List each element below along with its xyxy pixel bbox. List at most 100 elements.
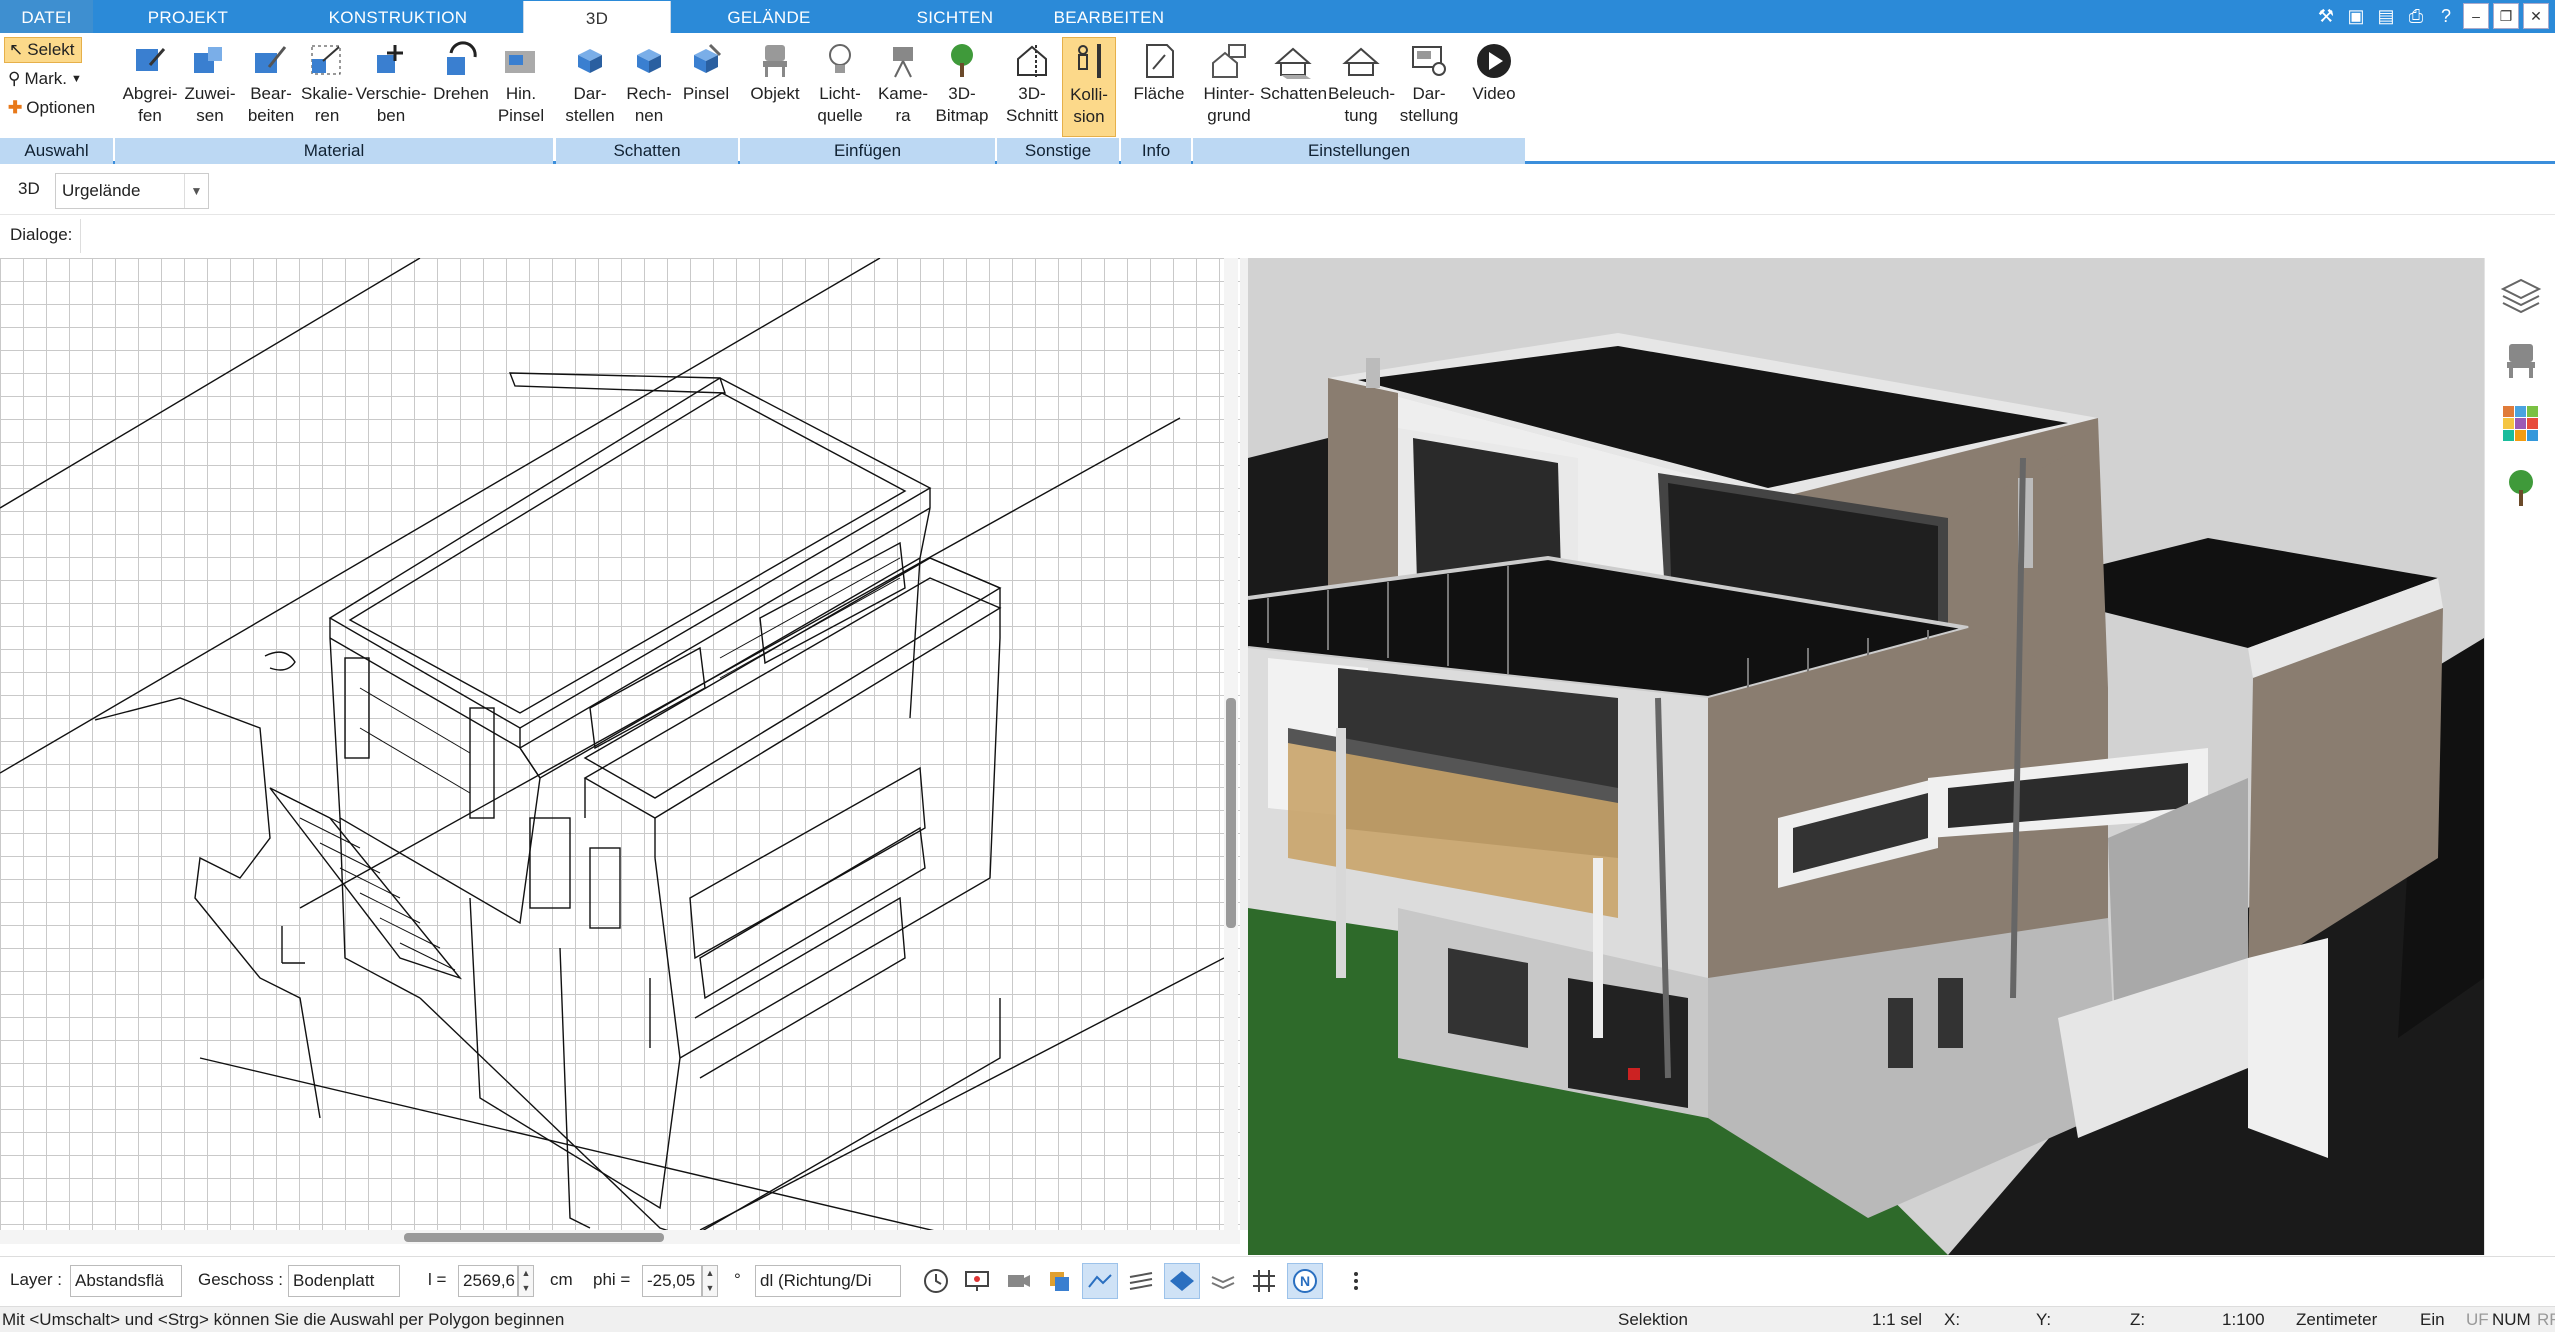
tab-bearbeiten[interactable]: BEARBEITEN bbox=[1050, 0, 1168, 33]
horizontal-scrollbar[interactable] bbox=[0, 1230, 1240, 1244]
eyedropper-icon bbox=[116, 41, 184, 81]
collision-button[interactable]: Kolli- sion bbox=[1062, 37, 1116, 137]
paint-icon[interactable] bbox=[1041, 1263, 1077, 1299]
plane-icon[interactable] bbox=[1164, 1263, 1200, 1299]
view-splitter[interactable] bbox=[1240, 258, 1248, 1230]
help-icon[interactable]: ? bbox=[2433, 3, 2459, 29]
close-button[interactable]: ✕ bbox=[2523, 3, 2549, 29]
length-input[interactable]: 2569,6 bbox=[458, 1265, 518, 1297]
view-toolbar: 3D Urgelände ▼ bbox=[0, 167, 2555, 215]
area-button[interactable]: Fläche bbox=[1126, 37, 1192, 137]
lightbulb-button[interactable]: Licht- quelle bbox=[806, 37, 874, 137]
selekt-button[interactable]: ↖ Selekt bbox=[4, 37, 82, 63]
section-button[interactable]: 3D- Schnitt bbox=[1002, 37, 1062, 137]
tab-sichten[interactable]: SICHTEN bbox=[905, 0, 1005, 33]
background-brush-button[interactable]: Hin. Pinsel bbox=[490, 37, 552, 137]
scale-button[interactable]: Skalie- ren bbox=[296, 37, 358, 137]
select-arrow-icon: ↖ bbox=[9, 40, 24, 59]
shadow-display-button[interactable]: Dar- stellen bbox=[560, 37, 620, 137]
edit-material-icon bbox=[238, 41, 304, 81]
shadow-brush-button[interactable]: Pinsel bbox=[680, 37, 732, 137]
video-play-icon bbox=[1464, 41, 1524, 81]
background-button[interactable]: Hinter- grund bbox=[1198, 37, 1260, 137]
tab-datei[interactable]: DATEI bbox=[0, 0, 93, 33]
camera-path-icon[interactable] bbox=[1000, 1263, 1036, 1299]
layers-icon[interactable] bbox=[2499, 274, 2543, 318]
vertical-scrollbar[interactable] bbox=[1224, 258, 1238, 1230]
optionen-button[interactable]: ✚ Optionen bbox=[4, 95, 114, 121]
screen-icon[interactable] bbox=[959, 1263, 995, 1299]
ribbon-button-label: Beleuch- tung bbox=[1328, 84, 1396, 125]
layout-icon[interactable]: ▤ bbox=[2373, 3, 2399, 29]
hatch-icon[interactable] bbox=[1123, 1263, 1159, 1299]
rotate-button[interactable]: Drehen bbox=[430, 37, 492, 137]
mark-button[interactable]: ⚲ Mark. ▼ bbox=[4, 66, 104, 92]
shadow-calc-button[interactable]: Rech- nen bbox=[618, 37, 680, 137]
input-mode-select[interactable]: dl (Richtung/Di bbox=[755, 1265, 901, 1297]
tab-konstruktion[interactable]: KONSTRUKTION bbox=[318, 0, 478, 33]
eyedropper-button[interactable]: Abgrei- fen bbox=[116, 37, 184, 137]
ribbon-button-label: Dar- stellen bbox=[565, 84, 615, 125]
lighting-button[interactable]: Beleuch- tung bbox=[1328, 37, 1396, 137]
shadow-display-icon bbox=[560, 41, 620, 81]
length-value: 2569,6 bbox=[463, 1271, 515, 1290]
catalog-sidebar bbox=[2484, 258, 2555, 1255]
input-mode-value: dl (Richtung/Di bbox=[760, 1271, 872, 1290]
tab-3d[interactable]: 3D bbox=[523, 1, 671, 34]
tab-projekt[interactable]: PROJEKT bbox=[123, 0, 253, 33]
terrain-surface-icon[interactable] bbox=[1082, 1263, 1118, 1299]
camera-button[interactable]: Kame- ra bbox=[872, 37, 934, 137]
materials-grid-icon[interactable] bbox=[2499, 402, 2543, 446]
optionen-label: Optionen bbox=[26, 98, 96, 117]
rotate-icon bbox=[430, 41, 492, 81]
phi-input[interactable]: -25,05 bbox=[642, 1265, 702, 1297]
tab-gelaende[interactable]: GELÄNDE bbox=[713, 0, 825, 33]
shadow-house-button[interactable]: Schatten bbox=[1260, 37, 1327, 137]
ribbon-button-label: Abgrei- fen bbox=[122, 84, 178, 125]
furniture-chair-icon[interactable] bbox=[2499, 338, 2543, 382]
ribbon-button-label: Dar- stellung bbox=[1399, 84, 1459, 125]
ribbon-button-label: Kame- ra bbox=[877, 84, 929, 125]
layer-select[interactable]: Abstandsflä bbox=[70, 1265, 182, 1297]
wireframe-view[interactable] bbox=[0, 258, 1240, 1230]
plants-tree-icon[interactable] bbox=[2499, 466, 2543, 510]
3d-render-view[interactable] bbox=[1248, 258, 2484, 1255]
tree-button[interactable]: 3D- Bitmap bbox=[932, 37, 992, 137]
video-play-button[interactable]: Video bbox=[1464, 37, 1524, 137]
area-icon bbox=[1126, 41, 1192, 81]
scale-icon bbox=[296, 41, 358, 81]
plus-icon: ✚ bbox=[8, 98, 23, 117]
tools-icon[interactable]: ⚒ bbox=[2313, 3, 2339, 29]
ribbon-button-label: Zuwei- sen bbox=[184, 84, 236, 125]
assign-material-button[interactable]: Zuwei- sen bbox=[180, 37, 240, 137]
status-ein: Ein bbox=[2420, 1310, 2445, 1329]
north-arrow-icon[interactable]: N bbox=[1287, 1263, 1323, 1299]
more-options-icon[interactable] bbox=[1338, 1263, 1374, 1299]
move-button[interactable]: Verschie- ben bbox=[352, 37, 430, 137]
layers-stack-icon[interactable] bbox=[1205, 1263, 1241, 1299]
shadow-brush-icon bbox=[680, 41, 732, 81]
phi-spinner[interactable]: ▲ ▼ bbox=[702, 1265, 718, 1297]
dialog-toolbar: Dialoge: bbox=[0, 215, 2555, 257]
terrain-select[interactable]: Urgelände ▼ bbox=[55, 173, 209, 209]
cube-icon[interactable]: ▣ bbox=[2343, 3, 2369, 29]
ribbon-button-label: Licht- quelle bbox=[817, 84, 863, 125]
ribbon-group-info: Info bbox=[1121, 138, 1191, 164]
length-spinner[interactable]: ▲ ▼ bbox=[518, 1265, 534, 1297]
horizontal-scroll-thumb[interactable] bbox=[404, 1233, 664, 1242]
minimize-button[interactable]: – bbox=[2463, 3, 2489, 29]
status-mode: Selektion bbox=[1618, 1310, 1688, 1329]
edit-material-button[interactable]: Bear- beiten bbox=[238, 37, 304, 137]
vertical-scroll-thumb[interactable] bbox=[1226, 698, 1236, 928]
tree-icon bbox=[932, 41, 992, 81]
geschoss-select[interactable]: Bodenplatt bbox=[288, 1265, 400, 1297]
restore-button[interactable]: ❐ bbox=[2493, 3, 2519, 29]
display-button[interactable]: Dar- stellung bbox=[1398, 37, 1460, 137]
print-icon[interactable]: ⎙ bbox=[2403, 3, 2429, 29]
chair-button[interactable]: Objekt bbox=[744, 37, 806, 137]
input-bar: Layer : Abstandsflä Geschoss : Bodenplat… bbox=[0, 1256, 2555, 1306]
wireframe-house-drawing bbox=[0, 258, 1225, 1230]
clock-icon[interactable] bbox=[918, 1263, 954, 1299]
grid-icon[interactable] bbox=[1246, 1263, 1282, 1299]
ribbon-button-label: Hinter- grund bbox=[1203, 84, 1255, 125]
